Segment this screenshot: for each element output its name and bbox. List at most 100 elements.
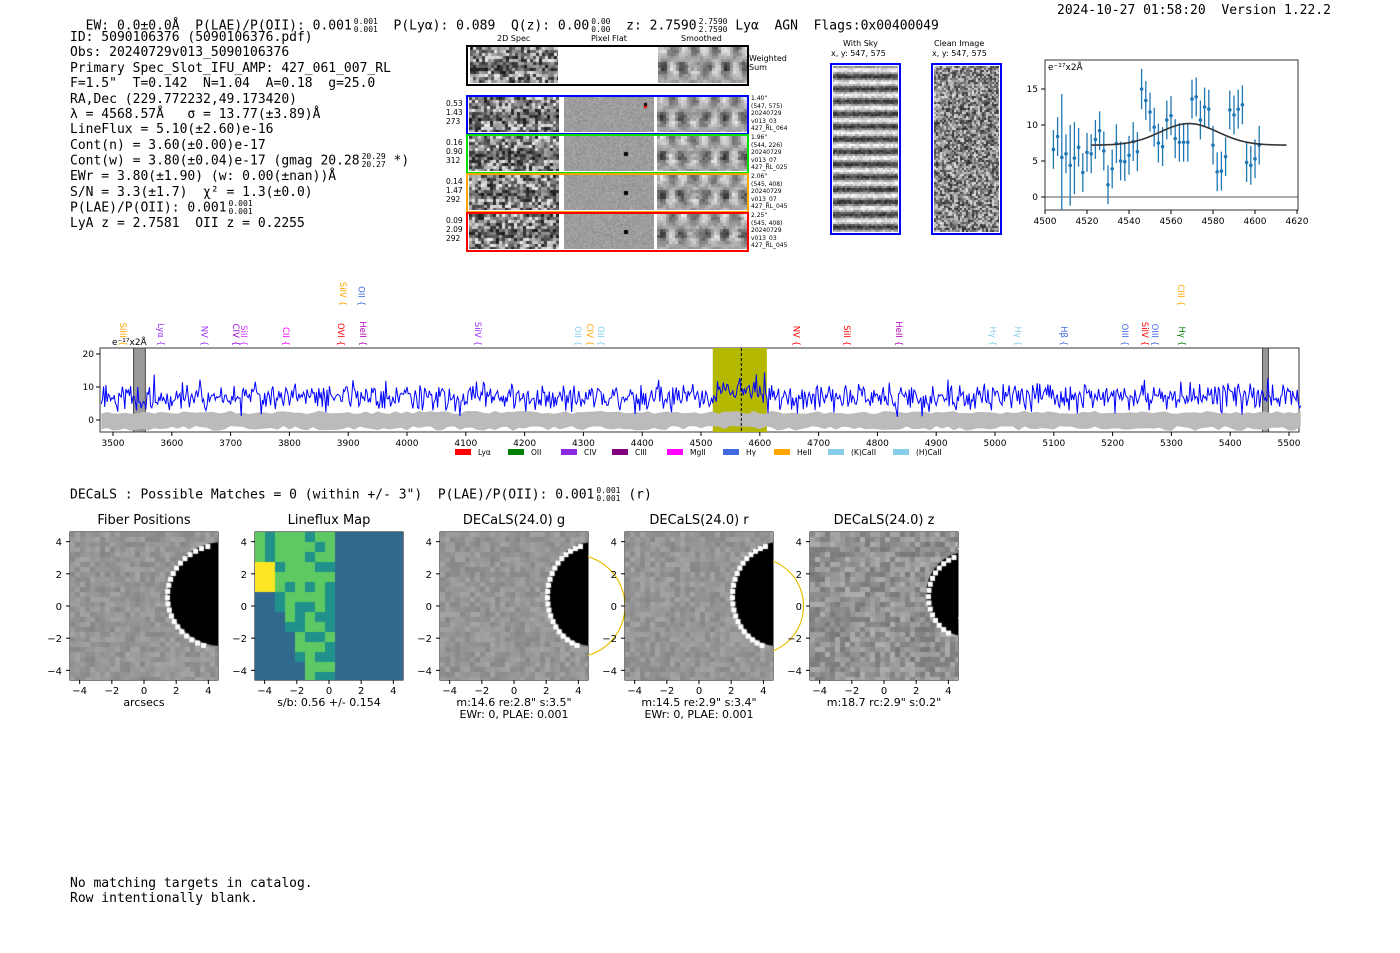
decals-image [810,532,958,680]
y-tick-label: 0 [611,602,617,613]
legend-swatch [828,449,844,455]
x-tick-label: 4560 [1160,217,1183,227]
emission-line-label: SiIV { [472,322,482,346]
y-tick-label: 4 [241,538,247,549]
data-point [1139,87,1144,91]
emission-line-label: Hγ { [1176,326,1186,346]
x-tick-label: 4 [760,686,766,697]
data-point [1215,170,1219,174]
y-tick-label: −2 [47,634,62,645]
col-pixel-flat: Pixel Flat [591,34,627,43]
row-fiber-info-line: 20240729 [751,149,782,156]
y-tick-label: −4 [787,666,802,677]
data-point [1144,98,1148,103]
y-tick-label: 2 [611,570,617,581]
info-sn: S/N = 3.3(±1.7) χ² = 1.3(±0.0) [70,184,313,200]
y-tick-label: 0 [88,416,94,426]
data-point [1051,147,1056,152]
full-spectrum-chart: 3500 3600 3700 3800 3900 4000 4100 4200 4300 4400… [83,282,1302,457]
emission-line-label: OVI { [335,323,345,346]
x-tick-label: 4600 [1244,217,1267,227]
row-stat: 0.09 [446,216,463,225]
info-params: F=1.5" T=0.142 N=1.04 A=0.18 g=25.0 [70,76,376,92]
data-point [1173,136,1177,141]
x-tick-label: 4620 [1286,217,1309,227]
data-point [1064,152,1068,156]
x-tick-label: 4520 [1076,217,1099,227]
legend-label: MgII [690,448,706,457]
x-tick-label: 4540 [1118,217,1141,227]
legend-swatch [508,449,524,455]
panel-caption-2: EWr: 0, PLAE: 0.001 [459,708,569,721]
y-tick-label: −4 [417,666,432,677]
data-point [1160,144,1165,149]
version: Version 1.22.2 [1221,3,1331,18]
row-stats: 0.16 0.90 312 [446,138,463,165]
panel-title: Fiber Positions [97,513,191,528]
data-point [1223,154,1228,159]
emission-line-label: Hβ { [1058,326,1068,346]
x-tick-label: 5500 [1278,439,1301,449]
row-fiber-info-line: 427_RL_045 [751,242,788,249]
fiber-row-4 [466,212,749,252]
emission-line-label: OIII { [1149,324,1159,346]
info-primary: Primary Spec_Slot_IFU_AMP: 427_061_007_R… [70,60,391,76]
units-annotation: e⁻¹⁷x2Å [1048,61,1084,73]
panel-caption: s/b: 0.56 +/- 0.154 [277,696,381,709]
row-fiber-info-line: v013_07 [751,156,777,164]
footer-notes: No matching targets in catalog. Row inte… [70,876,313,906]
y-tick-label: 4 [611,538,617,549]
legend-swatch [893,449,909,455]
line-fit-chart: 4500 4520 4540 4560 4580 4600 4620 0 5 10 15 e⁻¹⁷x2… [1027,59,1309,227]
clean-title: Clean Image [934,39,985,48]
row-fiber-info-line: v013_03 [751,117,777,125]
x-tick-label: 3900 [337,439,360,449]
legend-swatch [667,449,683,455]
info-contw: Cont(w) = 3.80(±0.04)e-17 (gmag 20.28 20.… [70,153,409,169]
info-id: ID: 5090106376 (5090106376.pdf) [70,30,313,45]
panel-caption: m:18.7 rc:2.9" s:0.2" [826,696,942,709]
y-tick-label: 15 [1027,85,1038,95]
data-point [1072,156,1077,160]
data-point [1169,113,1173,118]
row-fiber-info-line: 20240729 [751,227,782,234]
emission-line-label: OII { [356,286,366,306]
emission-line-label: SiIV { [337,282,347,306]
emission-line-label: SiIV { [1139,322,1149,346]
flags-value: Flags:0x00400049 [813,18,939,34]
data-point [1102,149,1106,153]
row-fiber-info-line: (547, 575) [751,102,783,110]
y-tick-label: 0 [56,602,62,613]
row-stat: 292 [446,195,461,204]
legend-swatch [723,449,739,455]
data-point [1202,105,1207,109]
x-tick-label: 5000 [984,439,1007,449]
legend-label: CIV [584,448,597,457]
y-tick-label: 4 [796,538,802,549]
legend-swatch [561,449,577,455]
row-stat: 1.43 [446,108,463,117]
data-point [1190,97,1194,101]
data-point [1118,159,1123,163]
lineflux-map-image [255,532,403,680]
x-tick-label: 4 [390,686,396,697]
data-point [1055,134,1060,139]
legend-label: HeII [797,448,812,457]
footer-line-2: Row intentionally blank. [70,891,258,906]
info-contn: Cont(n) = 3.60(±0.00)e-17 [70,137,266,153]
data-point [1181,140,1186,145]
z-value: z: 2.7590 [626,18,697,34]
row-fiber-info-line: v013_07 [751,195,777,203]
data-point [1060,155,1064,160]
detection-info: ID: 5090106376 (5090106376.pdf) Obs: 2024… [70,30,409,231]
data-point [1127,153,1131,158]
row-fiber-info: 2.25" (545, 408) 20240729 v013_03 427_RL_045 [751,212,787,250]
x-tick-label: 5400 [1219,439,1242,449]
row-fiber-info-line: 1.96" [751,134,768,141]
x-tick-label: −4 [257,686,272,697]
footer-line-1: No matching targets in catalog. [70,876,313,891]
info-radec: RA,Dec (229.772232,49.173420) [70,91,297,107]
datetime: 2024-10-27 01:58:20 [1057,3,1206,18]
row-stat: 292 [446,234,461,243]
row-fiber-info-line: 20240729 [751,110,782,117]
